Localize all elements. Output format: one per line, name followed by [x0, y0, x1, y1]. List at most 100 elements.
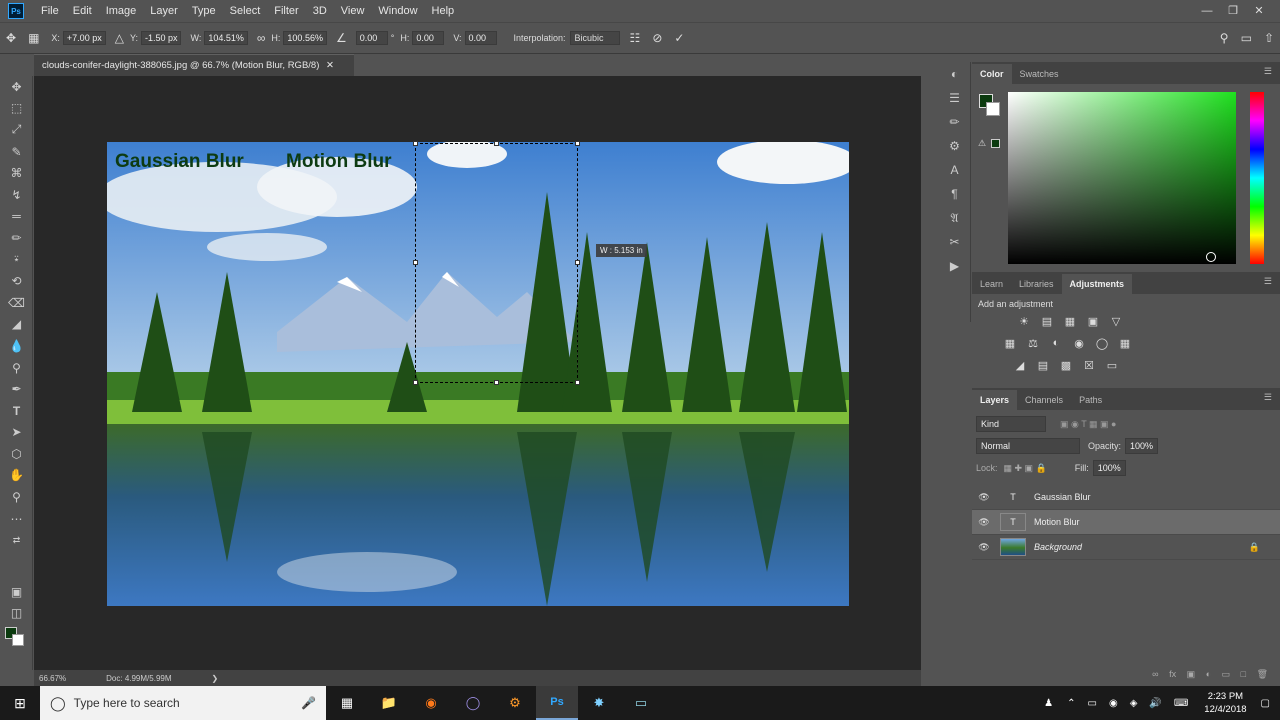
zoom-level[interactable]: 66.67%	[39, 674, 66, 683]
shape-tool-icon[interactable]: ⬡	[0, 443, 33, 465]
cancel-transform-icon[interactable]: ⊘	[652, 31, 662, 45]
swap-colors-icon[interactable]: ⇄	[0, 529, 33, 551]
layer-row-gaussian-blur[interactable]: 👁 T Gaussian Blur	[972, 485, 1280, 510]
transform-handle[interactable]	[575, 380, 580, 385]
actions-panel-icon[interactable]: ▶	[938, 254, 971, 278]
height-field[interactable]: 100.56%	[283, 31, 327, 45]
glyphs-panel-icon[interactable]: 𝔄	[938, 206, 971, 230]
character-panel-icon[interactable]: A	[938, 158, 971, 182]
delete-layer-icon[interactable]: 🗑	[1257, 669, 1268, 679]
reference-point-icon[interactable]: ▦	[28, 31, 39, 45]
web-safe-swatch[interactable]	[991, 139, 1000, 148]
properties-panel-icon[interactable]: ☰	[938, 86, 971, 110]
clock[interactable]: 2:23 PM 12/4/2018	[1204, 690, 1246, 716]
keyboard-icon[interactable]: ⌨	[1174, 698, 1188, 709]
adjustment-layer-icon[interactable]: ◐	[1206, 669, 1211, 679]
tab-learn[interactable]: Learn	[972, 274, 1011, 294]
file-explorer-icon[interactable]: 📁	[368, 686, 410, 720]
menu-edit[interactable]: Edit	[66, 0, 99, 22]
interpolation-select[interactable]: Bicubic	[569, 31, 620, 45]
levels-icon[interactable]: ▤	[1037, 315, 1057, 331]
document-tab[interactable]: clouds-conifer-daylight-388065.jpg @ 66.…	[34, 54, 354, 76]
more-tools-icon[interactable]: ⋯	[0, 508, 33, 530]
healing-brush-tool-icon[interactable]: ═	[0, 206, 33, 228]
width-field[interactable]: 104.51%	[204, 31, 248, 45]
firefox-icon[interactable]: ◉	[410, 686, 452, 720]
tab-channels[interactable]: Channels	[1017, 390, 1071, 410]
visibility-eye-icon[interactable]: 👁	[974, 517, 994, 528]
menu-select[interactable]: Select	[223, 0, 268, 22]
tab-color[interactable]: Color	[972, 64, 1012, 84]
settings-app-icon[interactable]: ⚙	[494, 686, 536, 720]
hue-saturation-icon[interactable]: ▦	[1000, 337, 1020, 353]
background-color-swatch[interactable]	[12, 634, 24, 646]
path-select-tool-icon[interactable]: ➤	[0, 422, 33, 444]
task-view-icon[interactable]: ▦	[326, 686, 368, 720]
tab-paths[interactable]: Paths	[1071, 390, 1110, 410]
blur-tool-icon[interactable]: 💧	[0, 335, 33, 357]
fx-icon[interactable]: fx	[1169, 669, 1176, 679]
brush-panel-icon[interactable]: ✏	[938, 110, 971, 134]
gradient-map-icon[interactable]: ▭	[1102, 359, 1122, 375]
transform-handle[interactable]	[494, 380, 499, 385]
warp-icon[interactable]: ☷	[630, 31, 641, 45]
menu-3d[interactable]: 3D	[306, 0, 334, 22]
history-brush-tool-icon[interactable]: ⟲	[0, 270, 33, 292]
y-field[interactable]: -1.50 px	[140, 31, 182, 45]
transform-handle[interactable]	[413, 260, 418, 265]
screen-mode-icon[interactable]: ◫	[0, 602, 33, 624]
vskew-field[interactable]: 0.00	[464, 31, 497, 45]
move-tool-icon[interactable]: ✥	[0, 76, 33, 98]
x-field[interactable]: +7.00 px	[62, 31, 106, 45]
pen-tool-icon[interactable]: ✒	[0, 378, 33, 400]
brightness-contrast-icon[interactable]: ☀	[1014, 315, 1034, 331]
transform-handle[interactable]	[575, 260, 580, 265]
vibrance-icon[interactable]: ▽	[1106, 315, 1126, 331]
marquee-tool-icon[interactable]: ⬚	[0, 98, 33, 120]
windows-start-icon[interactable]: ⊞	[0, 686, 40, 720]
close-icon[interactable]: ✕	[1246, 0, 1272, 22]
stamp-tool-icon[interactable]: ⍣	[0, 249, 33, 271]
restore-icon[interactable]: ❐	[1220, 0, 1246, 22]
volume-icon[interactable]: 🔊	[1149, 698, 1161, 709]
panel-menu-icon[interactable]: ☰	[1264, 66, 1272, 77]
history-panel-icon[interactable]: ◐	[938, 62, 971, 86]
close-tab-icon[interactable]: ✕	[326, 60, 334, 71]
transform-handle[interactable]	[494, 141, 499, 146]
network-icon[interactable]: ◉	[1109, 698, 1118, 709]
hand-tool-icon[interactable]: ✋	[0, 465, 33, 487]
quick-mask-icon[interactable]: ▣	[0, 581, 33, 603]
menu-file[interactable]: File	[34, 0, 66, 22]
fill-field[interactable]: 100%	[1092, 460, 1126, 476]
rotate-field[interactable]: 0.00	[355, 31, 388, 45]
transform-bounding-box[interactable]	[415, 143, 578, 383]
crop-tool-icon[interactable]: ⌘	[0, 162, 33, 184]
color-picker-cursor[interactable]	[1206, 252, 1216, 262]
channel-mixer-icon[interactable]: ◯	[1092, 337, 1112, 353]
show-hidden-icons[interactable]: ⌃	[1067, 698, 1075, 709]
layer-row-background[interactable]: 👁 Background 🔒	[972, 535, 1280, 560]
menu-help[interactable]: Help	[425, 0, 462, 22]
microphone-icon[interactable]: 🎤	[301, 696, 316, 710]
color-panel-background[interactable]	[986, 102, 1000, 116]
photoshop-taskbar-icon[interactable]: Ps	[536, 686, 578, 720]
transform-handle[interactable]	[413, 141, 418, 146]
blend-mode-select[interactable]: Normal	[976, 438, 1080, 454]
share-icon[interactable]: ⇧	[1264, 31, 1274, 45]
curves-icon[interactable]: ▦	[1060, 315, 1080, 331]
threshold-icon[interactable]: ▩	[1056, 359, 1076, 375]
panel-menu-icon[interactable]: ☰	[1264, 392, 1272, 403]
quick-select-tool-icon[interactable]: ✎	[0, 141, 33, 163]
layer-filter-kind[interactable]: Kind	[976, 416, 1046, 432]
menu-window[interactable]: Window	[371, 0, 424, 22]
panel-menu-icon[interactable]: ☰	[1264, 276, 1272, 287]
search-icon[interactable]: ⚲	[1220, 31, 1229, 45]
zoom-tool-icon[interactable]: ⚲	[0, 486, 33, 508]
selective-color-icon[interactable]: ☒	[1079, 359, 1099, 375]
tab-layers[interactable]: Layers	[972, 390, 1018, 410]
menu-view[interactable]: View	[334, 0, 372, 22]
menu-type[interactable]: Type	[185, 0, 223, 22]
posterize-icon[interactable]: ▤	[1033, 359, 1053, 375]
tab-libraries[interactable]: Libraries	[1011, 274, 1062, 294]
visibility-eye-icon[interactable]: 👁	[974, 492, 994, 503]
